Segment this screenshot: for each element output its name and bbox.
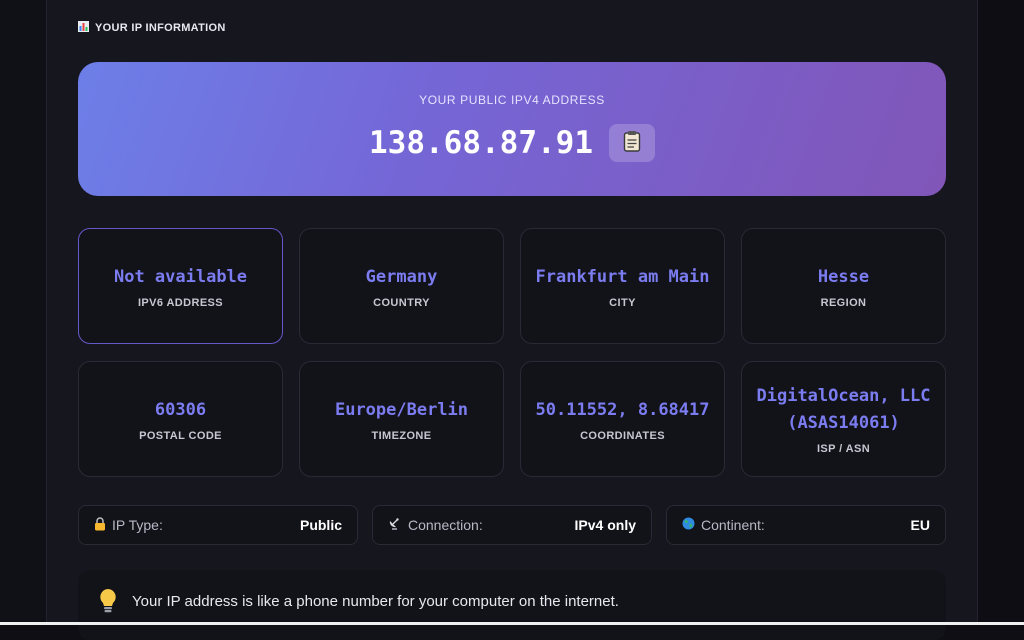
ipv6-card[interactable]: Not available IPV6 ADDRESS <box>78 228 283 344</box>
section-header: YOUR IP INFORMATION <box>78 21 226 35</box>
postal-code-value: 60306 <box>155 397 206 424</box>
continent-label: Continent: <box>701 517 765 533</box>
connection-pill: Connection: IPv4 only <box>372 505 652 545</box>
ipv6-value: Not available <box>114 264 247 291</box>
postal-code-label: POSTAL CODE <box>139 430 222 442</box>
city-card[interactable]: Frankfurt am Main CITY <box>520 228 725 344</box>
globe-icon <box>682 517 695 533</box>
lock-icon <box>94 517 106 534</box>
city-value: Frankfurt am Main <box>536 264 710 291</box>
satellite-antenna-icon <box>388 517 402 534</box>
isp-label: ISP / ASN <box>817 443 870 455</box>
isp-card[interactable]: DigitalOcean, LLC (ASAS14061) ISP / ASN <box>741 361 946 477</box>
region-label: REGION <box>821 297 867 309</box>
page-background-left <box>0 0 46 625</box>
ipv6-label: IPV6 ADDRESS <box>138 297 223 309</box>
country-card[interactable]: Germany COUNTRY <box>299 228 504 344</box>
ipv4-label: YOUR PUBLIC IPV4 ADDRESS <box>78 93 946 107</box>
ip-info-panel: YOUR IP INFORMATION YOUR PUBLIC IPV4 ADD… <box>46 0 978 625</box>
timezone-card[interactable]: Europe/Berlin TIMEZONE <box>299 361 504 477</box>
continent-value: EU <box>911 517 930 533</box>
ip-details-grid: Not available IPV6 ADDRESS Germany COUNT… <box>78 228 946 477</box>
timezone-value: Europe/Berlin <box>335 397 468 424</box>
region-card[interactable]: Hesse REGION <box>741 228 946 344</box>
coordinates-label: COORDINATES <box>580 430 665 442</box>
ip-type-value: Public <box>300 517 342 533</box>
city-label: CITY <box>609 297 636 309</box>
connection-info-row: IP Type: Public Connection: IPv4 only <box>78 505 946 545</box>
isp-value: DigitalOcean, LLC (ASAS14061) <box>752 383 935 437</box>
ip-type-pill: IP Type: Public <box>78 505 358 545</box>
ip-type-label: IP Type: <box>112 517 163 533</box>
region-value: Hesse <box>818 264 869 291</box>
clipboard-icon <box>623 130 641 157</box>
ipv4-address: 138.68.87.91 <box>369 125 593 161</box>
connection-label: Connection: <box>408 517 483 533</box>
ip-tip-box: Your IP address is like a phone number f… <box>78 570 946 640</box>
country-value: Germany <box>366 264 438 291</box>
postal-code-card[interactable]: 60306 POSTAL CODE <box>78 361 283 477</box>
coordinates-card[interactable]: 50.11552, 8.68417 COORDINATES <box>520 361 725 477</box>
page-background-right <box>978 0 1024 625</box>
country-label: COUNTRY <box>373 297 430 309</box>
continent-pill: Continent: EU <box>666 505 946 545</box>
section-title: YOUR IP INFORMATION <box>95 22 226 34</box>
copy-ip-button[interactable] <box>609 124 655 162</box>
timezone-label: TIMEZONE <box>371 430 431 442</box>
public-ipv4-banner: YOUR PUBLIC IPV4 ADDRESS 138.68.87.91 <box>78 62 946 196</box>
lightbulb-icon <box>98 588 118 619</box>
bar-chart-icon <box>78 21 89 35</box>
coordinates-value: 50.11552, 8.68417 <box>536 397 710 424</box>
connection-value: IPv4 only <box>575 517 636 533</box>
tip-text: Your IP address is like a phone number f… <box>132 593 619 610</box>
